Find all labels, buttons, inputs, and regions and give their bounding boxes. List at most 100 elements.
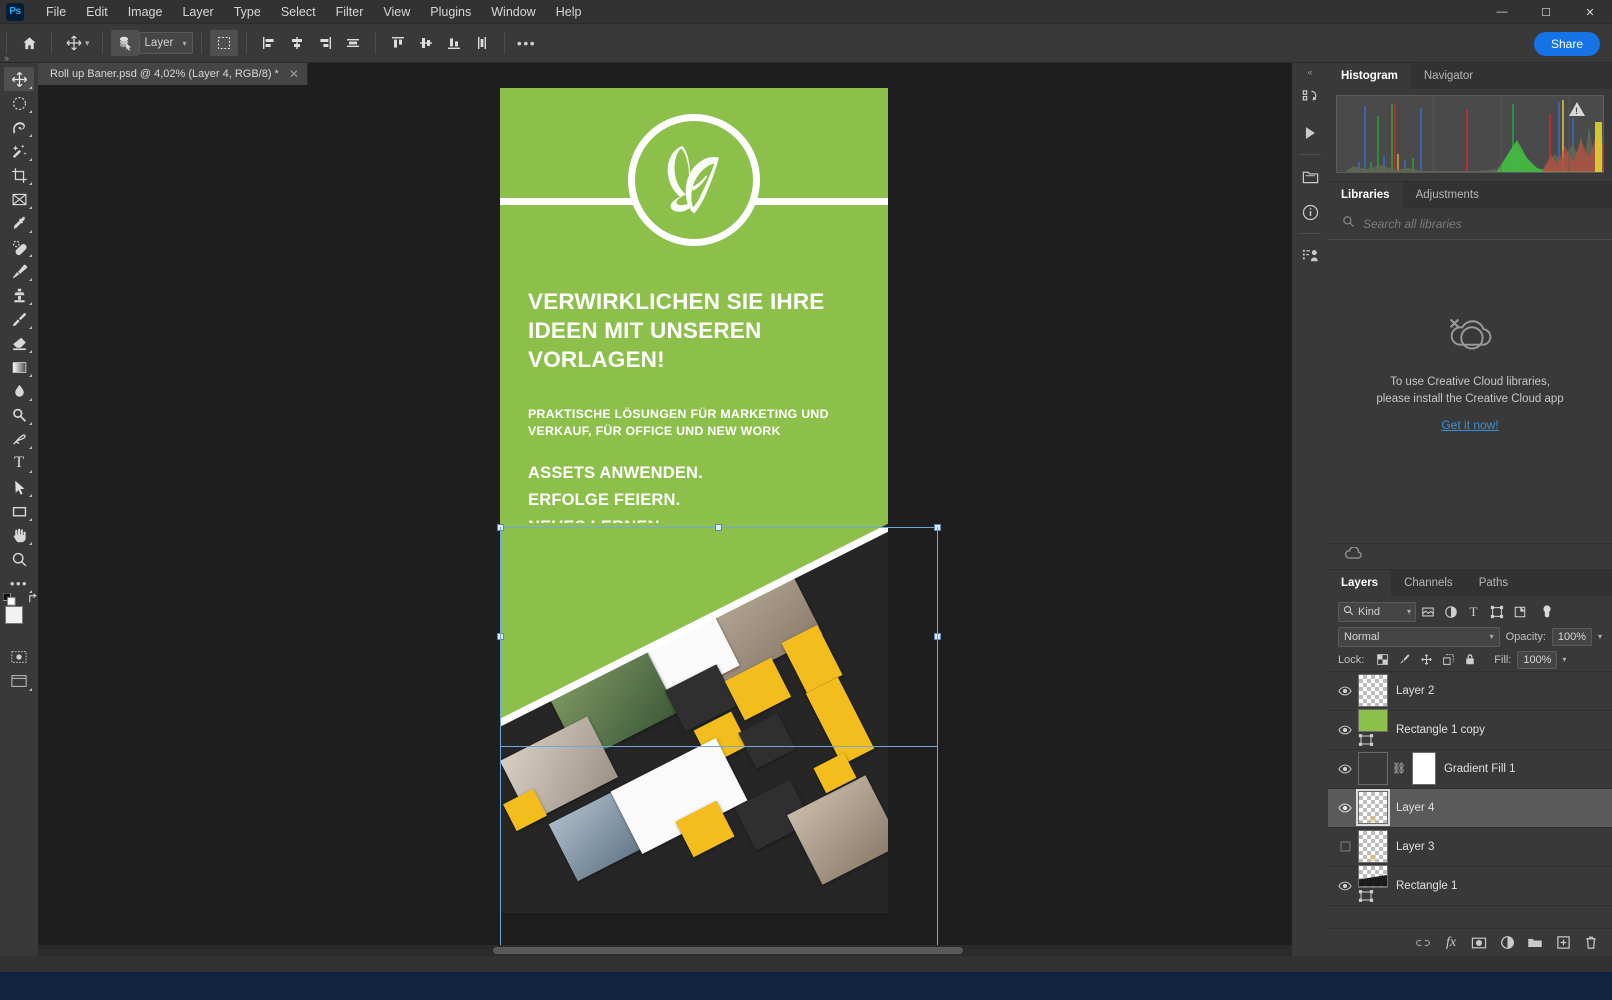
- distribute-vertical-icon[interactable]: [468, 30, 496, 56]
- document-tab[interactable]: Roll up Baner.psd @ 4,02% (Layer 4, RGB/…: [38, 63, 308, 85]
- menu-type[interactable]: Type: [224, 2, 271, 22]
- horizontal-scroll-thumb[interactable]: [493, 947, 963, 954]
- magic-wand-tool[interactable]: [4, 139, 34, 163]
- blend-mode-select[interactable]: Normal ▾: [1338, 626, 1500, 647]
- align-bottom-icon[interactable]: [440, 30, 468, 56]
- layers-list[interactable]: Layer 2 Rectangle 1 copy ⛓ Gradient Fill…: [1328, 670, 1612, 929]
- fill-value[interactable]: 100%: [1517, 650, 1558, 669]
- auto-select-scope-select[interactable]: Layer ▾: [138, 32, 193, 54]
- menu-file[interactable]: File: [36, 2, 76, 22]
- canvas-horizontal-scrollbar[interactable]: [38, 945, 1317, 956]
- path-selection-tool[interactable]: [4, 475, 34, 499]
- tab-navigator[interactable]: Navigator: [1410, 63, 1487, 89]
- hand-tool[interactable]: [4, 523, 34, 547]
- filter-type-icon[interactable]: T: [1462, 601, 1485, 623]
- zoom-tool[interactable]: [4, 547, 34, 571]
- quick-mask-icon[interactable]: [4, 645, 34, 669]
- default-colors-icon[interactable]: [2, 592, 16, 606]
- search-input[interactable]: [1363, 216, 1598, 231]
- layer-visibility-icon[interactable]: [1332, 788, 1358, 827]
- layer-style-icon[interactable]: fx: [1440, 932, 1462, 954]
- menu-edit[interactable]: Edit: [76, 2, 118, 22]
- align-horizontal-center-icon[interactable]: [283, 30, 311, 56]
- tab-channels[interactable]: Channels: [1391, 569, 1466, 596]
- eyedropper-tool[interactable]: [4, 211, 34, 235]
- toolbar-collapse-icon[interactable]: »: [0, 52, 38, 64]
- new-group-icon[interactable]: [1524, 932, 1546, 954]
- libraries-panel-icon[interactable]: [1295, 161, 1325, 191]
- auto-select-icon[interactable]: [110, 30, 139, 56]
- table-row[interactable]: ▨ Layer 4: [1328, 788, 1612, 828]
- align-right-icon[interactable]: [311, 30, 339, 56]
- transform-handle-tr[interactable]: [934, 524, 941, 531]
- layer-thumbnail[interactable]: ▨: [1356, 789, 1390, 826]
- layer-visibility-icon[interactable]: [1332, 827, 1358, 866]
- move-tool[interactable]: [4, 67, 34, 91]
- align-vertical-center-icon[interactable]: [412, 30, 440, 56]
- type-tool[interactable]: T: [4, 451, 34, 475]
- menu-image[interactable]: Image: [118, 2, 173, 22]
- table-row[interactable]: Rectangle 1: [1328, 864, 1612, 906]
- share-button[interactable]: Share: [1533, 32, 1600, 56]
- delete-layer-icon[interactable]: [1580, 932, 1602, 954]
- fill-chevron-down-icon[interactable]: ▾: [1562, 655, 1566, 664]
- canvas-area[interactable]: VERWIRKLICHEN SIE IHRE IDEEN MIT UNSEREN…: [38, 85, 1328, 956]
- tab-libraries[interactable]: Libraries: [1328, 182, 1403, 208]
- tab-histogram[interactable]: Histogram: [1328, 63, 1411, 89]
- menu-window[interactable]: Window: [481, 2, 545, 22]
- table-row[interactable]: ⛓ Gradient Fill 1: [1328, 750, 1612, 789]
- rectangular-marquee-tool[interactable]: [4, 91, 34, 115]
- lock-transparent-pixels-icon[interactable]: [1372, 651, 1392, 669]
- layer-thumbnail[interactable]: ▨: [1358, 830, 1388, 863]
- frame-tool[interactable]: [4, 187, 34, 211]
- get-it-now-link[interactable]: Get it now!: [1441, 418, 1498, 432]
- layer-thumbnail[interactable]: [1358, 864, 1388, 888]
- table-row[interactable]: Rectangle 1 copy: [1328, 708, 1612, 750]
- tab-adjustments[interactable]: Adjustments: [1402, 182, 1492, 208]
- cloud-sync-icon[interactable]: [1344, 546, 1362, 565]
- menu-help[interactable]: Help: [546, 2, 592, 22]
- maximize-icon[interactable]: ☐: [1524, 0, 1568, 24]
- add-layer-mask-icon[interactable]: [1468, 932, 1490, 954]
- minimize-icon[interactable]: —: [1480, 0, 1524, 24]
- cached-data-warning-icon[interactable]: [1569, 102, 1585, 116]
- lock-image-pixels-icon[interactable]: [1394, 651, 1414, 669]
- menu-select[interactable]: Select: [271, 2, 326, 22]
- move-tool-icon[interactable]: [60, 30, 88, 56]
- layer-visibility-icon[interactable]: [1332, 671, 1358, 710]
- align-top-icon[interactable]: [384, 30, 412, 56]
- transform-controls-icon[interactable]: [209, 30, 238, 56]
- layer-thumbnail[interactable]: [1358, 752, 1388, 785]
- rectangle-tool[interactable]: [4, 499, 34, 523]
- gradient-tool[interactable]: [4, 355, 34, 379]
- dock-collapse-icon[interactable]: «: [1292, 65, 1328, 79]
- menu-view[interactable]: View: [373, 2, 420, 22]
- more-options-icon[interactable]: •••: [513, 30, 541, 56]
- new-adjustment-layer-icon[interactable]: [1496, 932, 1518, 954]
- filter-adjustment-icon[interactable]: [1439, 601, 1462, 623]
- menu-filter[interactable]: Filter: [326, 2, 374, 22]
- opacity-value[interactable]: 100%: [1551, 627, 1592, 646]
- lock-artboard-nesting-icon[interactable]: [1438, 651, 1458, 669]
- screen-mode-icon[interactable]: [4, 669, 34, 693]
- link-mask-icon[interactable]: ⛓: [1392, 762, 1406, 775]
- history-brush-tool[interactable]: [4, 307, 34, 331]
- layer-mask-thumbnail[interactable]: [1411, 752, 1436, 785]
- brush-tool[interactable]: [4, 259, 34, 283]
- move-tool-chevron-down-icon[interactable]: ▾: [85, 38, 90, 49]
- layer-thumbnail[interactable]: [1358, 708, 1388, 732]
- filter-shape-icon[interactable]: [1485, 601, 1508, 623]
- crop-tool[interactable]: [4, 163, 34, 187]
- filter-pixel-icon[interactable]: [1416, 601, 1439, 623]
- layer-visibility-icon[interactable]: [1332, 749, 1358, 788]
- artboard[interactable]: VERWIRKLICHEN SIE IHRE IDEEN MIT UNSEREN…: [500, 88, 888, 913]
- comments-panel-icon[interactable]: [1295, 240, 1325, 270]
- tab-layers[interactable]: Layers: [1328, 569, 1392, 596]
- table-row[interactable]: ▨ Layer 3: [1328, 828, 1612, 867]
- layer-filter-kind-select[interactable]: Kind ▾: [1338, 601, 1416, 622]
- dodge-tool[interactable]: [4, 403, 34, 427]
- close-icon[interactable]: ✕: [1568, 0, 1612, 24]
- filter-smart-object-icon[interactable]: [1508, 601, 1531, 623]
- table-row[interactable]: Layer 2: [1328, 672, 1612, 711]
- pen-tool[interactable]: [4, 427, 34, 451]
